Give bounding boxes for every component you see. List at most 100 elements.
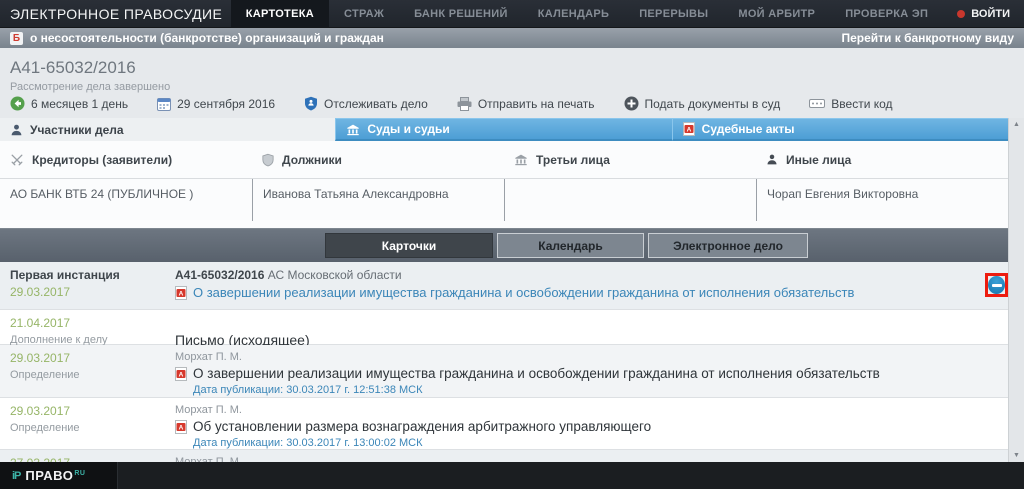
login-button[interactable]: ВОЙТИ <box>943 0 1024 27</box>
third-parties-header-label: Третьи лица <box>536 153 610 167</box>
card-judge: Морхат П. М. <box>175 404 972 416</box>
pdf-icon: A <box>175 286 187 300</box>
tab-participants[interactable]: Участники дела <box>0 118 335 141</box>
card-date: 29.03.2017 <box>10 285 165 299</box>
other-parties-header: Иные лица <box>756 141 1008 178</box>
vertical-scrollbar[interactable]: ▲ ▼ <box>1008 118 1024 462</box>
case-toolbar: 6 месяцев 1 день 29 сентября 2016 Отслеж… <box>10 96 893 111</box>
svg-text:A: A <box>179 290 184 297</box>
row-meta: 21.04.2017 Дополнение к делу <box>0 310 165 344</box>
submit-documents-button[interactable]: Подать документы в суд <box>624 96 781 111</box>
row-content: Морхат П. М. A О завершении реализации и… <box>165 345 1008 397</box>
row-content: А41-65032/2016 АС Московской области A О… <box>165 262 1008 309</box>
enter-code-button[interactable]: Ввести код <box>809 97 892 111</box>
nav-item-pereryvy[interactable]: ПЕРЕРЫВЫ <box>624 0 723 27</box>
nav-item-bank-resheniy[interactable]: БАНК РЕШЕНИЙ <box>399 0 523 27</box>
debtors-value: Иванова Татьяна Александровна <box>252 179 504 221</box>
card-type: Определение <box>10 422 165 434</box>
card-title-row: A О завершении реализации имущества граж… <box>175 366 972 381</box>
card-row: 21.04.2017 Дополнение к делу Письмо (исх… <box>0 310 1008 345</box>
row-content: Морхат П. М. A <box>165 450 1008 462</box>
nav-item-strazh[interactable]: СТРАЖ <box>329 0 399 27</box>
card-date: 29.03.2017 <box>10 351 165 365</box>
card-type: Определение <box>10 369 165 381</box>
courthouse-icon <box>346 123 360 136</box>
svg-text:A: A <box>179 424 184 431</box>
bankruptcy-subheader: Б о несостоятельности (банкротстве) орга… <box>0 28 1024 48</box>
card-title: Об установлении размера вознаграждения а… <box>193 419 651 434</box>
calendar-icon <box>157 97 171 111</box>
row-meta: Первая инстанция 29.03.2017 <box>0 262 165 309</box>
subtab-cards[interactable]: Карточки <box>325 233 493 258</box>
bankruptcy-title: о несостоятельности (банкротстве) органи… <box>30 31 384 45</box>
card-title-row: A Об установлении размера вознаграждения… <box>175 419 972 434</box>
print-button[interactable]: Отправить на печать <box>457 97 595 111</box>
crossed-swords-icon <box>10 153 24 167</box>
card-title: О завершении реализации имущества гражда… <box>193 366 880 381</box>
top-navbar: ЭЛЕКТРОННОЕ ПРАВОСУДИЕ КАРТОТЕКА СТРАЖ Б… <box>0 0 1024 28</box>
annotation-highlight-box <box>985 273 1008 297</box>
row-content: Письмо (исходящее) <box>165 310 1008 344</box>
pdf-icon: A <box>683 122 695 136</box>
subtab-electronic-case[interactable]: Электронное дело <box>648 233 808 258</box>
document-link[interactable]: A О завершении реализации имущества граж… <box>175 285 972 300</box>
nav-item-proverka-ep[interactable]: ПРОВЕРКА ЭП <box>830 0 943 27</box>
track-case-label: Отслеживать дело <box>324 97 428 111</box>
case-duration: 6 месяцев 1 день <box>10 96 128 111</box>
row-content: Морхат П. М. A Об установлении размера в… <box>165 398 1008 449</box>
tab-courts-judges-label: Суды и судьи <box>367 122 449 136</box>
nav-item-kartoteka[interactable]: КАРТОТЕКА <box>231 0 329 27</box>
scroll-down-arrow-icon[interactable]: ▼ <box>1009 449 1024 462</box>
case-court-line: А41-65032/2016 АС Московской области <box>175 268 972 282</box>
other-parties-header-label: Иные лица <box>786 153 851 167</box>
tab-courts-judges[interactable]: Суды и судьи <box>335 118 671 141</box>
card-court: АС Московской области <box>268 268 402 282</box>
pravo-logo-text: ПРАВОRU <box>25 468 85 483</box>
row-meta: 29.03.2017 Определение <box>0 398 165 449</box>
case-duration-label: 6 месяцев 1 день <box>31 97 128 111</box>
code-input-icon <box>809 99 825 108</box>
row-meta: 29.03.2017 Определение <box>0 345 165 397</box>
card-row-first-instance: Первая инстанция 29.03.2017 А41-65032/20… <box>0 262 1008 310</box>
nav-item-moy-arbitr[interactable]: МОЙ АРБИТР <box>723 0 830 27</box>
participants-panel: Кредиторы (заявители) Должники Третьи ли… <box>0 141 1008 228</box>
card-case-number: А41-65032/2016 <box>175 268 264 282</box>
case-header: А41-65032/2016 Рассмотрение дела заверше… <box>0 48 1024 118</box>
creditors-value: АО БАНК ВТБ 24 (ПУБЛИЧНОЕ ) <box>0 179 252 221</box>
participants-headers: Кредиторы (заявители) Должники Третьи ли… <box>0 141 1008 179</box>
track-case-button[interactable]: Отслеживать дело <box>304 96 428 111</box>
card-row: 29.03.2017 Определение Морхат П. М. A Об… <box>0 398 1008 450</box>
creditors-header: Кредиторы (заявители) <box>0 141 252 178</box>
person-dark-icon <box>766 153 778 166</box>
debtors-header-label: Должники <box>282 153 342 167</box>
card-date: 21.04.2017 <box>10 316 165 330</box>
bankruptcy-badge-icon: Б <box>10 32 23 45</box>
case-start-date: 29 сентября 2016 <box>157 97 275 111</box>
person-icon <box>10 123 23 137</box>
publication-date-link[interactable]: Дата публикации: 30.03.2017 г. 13:00:02 … <box>193 437 972 449</box>
switch-to-bankruptcy-view-link[interactable]: Перейти к банкротному виду <box>841 31 1014 45</box>
app-window: ЭЛЕКТРОННОЕ ПРАВОСУДИЕ КАРТОТЕКА СТРАЖ Б… <box>0 0 1024 489</box>
svg-text:A: A <box>179 371 184 378</box>
printer-icon <box>457 97 472 111</box>
tab-participants-label: Участники дела <box>30 123 124 137</box>
third-parties-header: Третьи лица <box>504 141 756 178</box>
pdf-icon: A <box>175 420 187 434</box>
nav-item-kalendar[interactable]: КАЛЕНДАРЬ <box>523 0 625 27</box>
case-start-date-label: 29 сентября 2016 <box>177 97 275 111</box>
enter-code-label: Ввести код <box>831 97 892 111</box>
tab-judicial-acts[interactable]: A Судебные акты <box>672 118 1008 141</box>
collapse-minus-icon[interactable] <box>988 276 1005 294</box>
row-meta: 27.03.2017 <box>0 450 165 462</box>
login-status-dot-icon <box>957 10 965 18</box>
plus-circle-icon <box>624 96 639 111</box>
subtab-calendar[interactable]: Календарь <box>497 233 644 258</box>
building-icon <box>514 153 528 166</box>
card-date: 29.03.2017 <box>10 404 165 418</box>
publication-date-link[interactable]: Дата публикации: 30.03.2017 г. 12:51:38 … <box>193 384 972 396</box>
scroll-up-arrow-icon[interactable]: ▲ <box>1009 118 1024 131</box>
shield-icon <box>262 153 274 167</box>
case-number: А41-65032/2016 <box>10 58 136 78</box>
pravo-ru-logo[interactable]: iP ПРАВОRU <box>0 462 118 489</box>
card-judge: Морхат П. М. <box>175 351 972 363</box>
